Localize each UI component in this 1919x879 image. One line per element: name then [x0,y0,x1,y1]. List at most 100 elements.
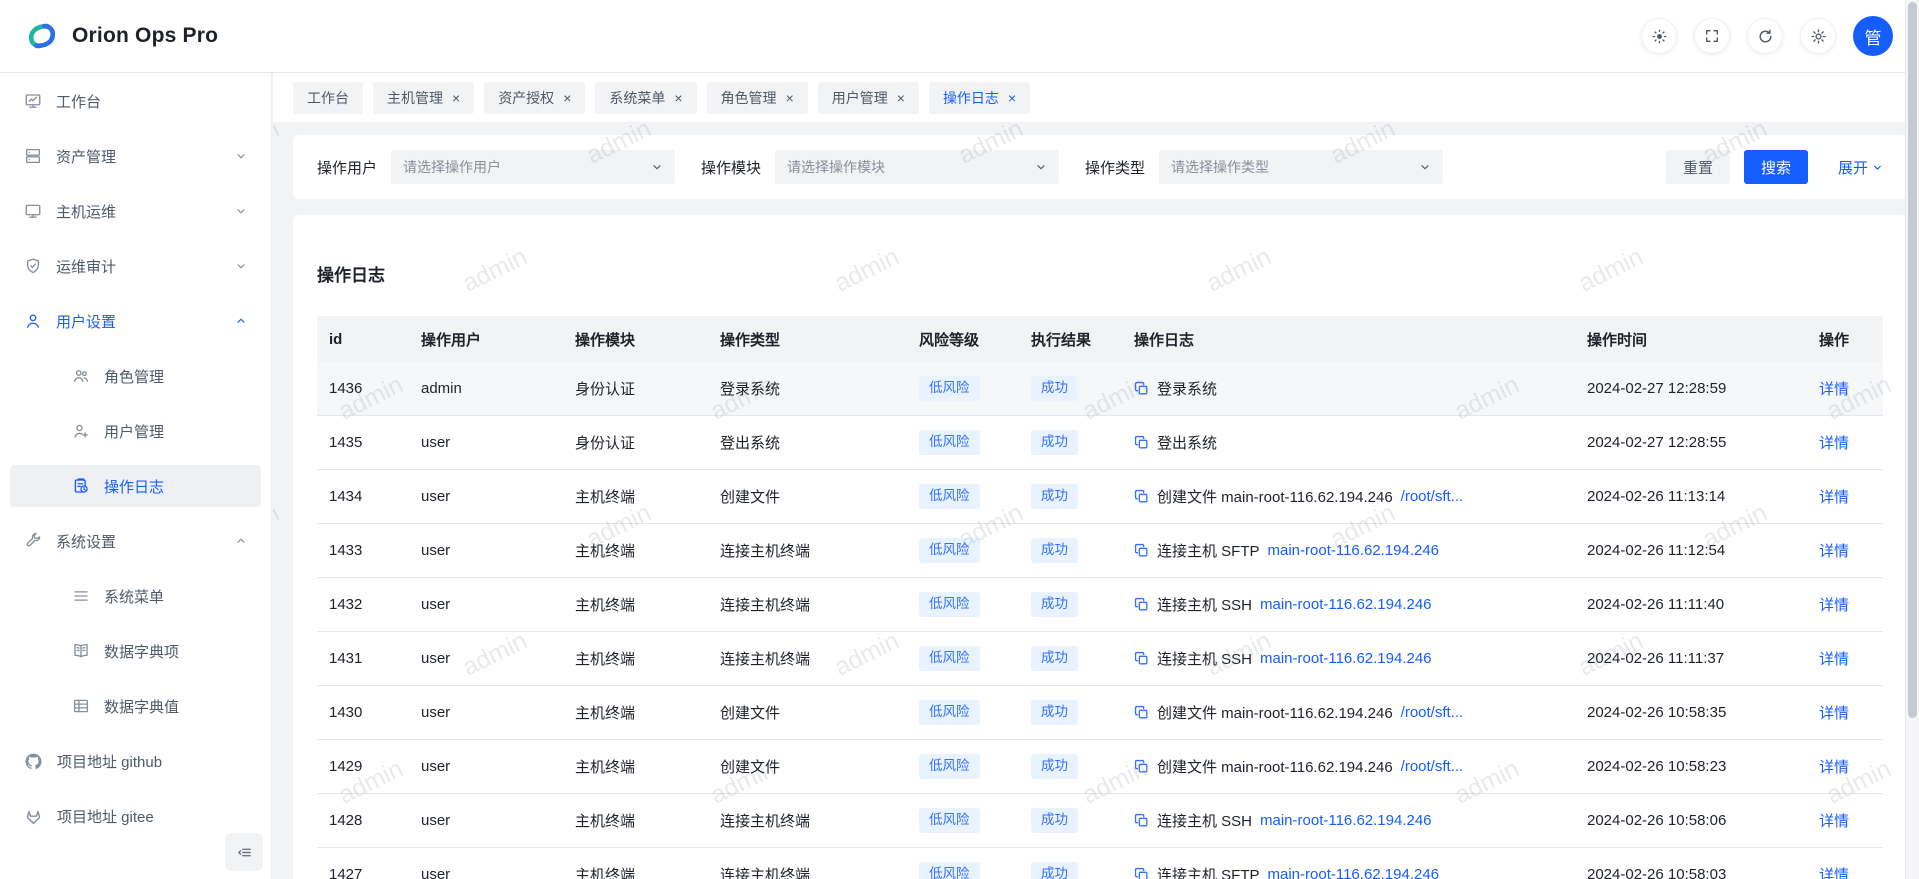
cell-id: 1436 [317,380,409,397]
chevron-up-icon [235,315,247,327]
card-title: 操作日志 [317,261,1883,286]
user-avatar[interactable]: 管 [1853,16,1893,56]
copy-icon[interactable] [1134,867,1149,879]
cell-user: user [409,812,563,829]
detail-link[interactable]: 详情 [1819,867,1849,879]
copy-icon[interactable] [1134,597,1149,612]
close-icon[interactable]: × [674,91,682,105]
risk-badge: 低风险 [919,754,980,778]
operate-module-select[interactable]: 请选择操作模块 [775,150,1059,184]
sidebar-item[interactable]: 系统菜单 [10,575,261,617]
sidebar-item[interactable]: 工作台 [10,80,261,122]
sidebar-item[interactable]: 运维审计 [10,245,261,287]
sidebar-item[interactable]: 操作日志 [10,465,261,507]
cell-result: 成功 [1019,646,1122,670]
sidebar-item[interactable]: 资产管理 [10,135,261,177]
operate-type-select[interactable]: 请选择操作类型 [1159,150,1443,184]
copy-icon[interactable] [1134,759,1149,774]
cell-id: 1435 [317,434,409,451]
cell-log: 连接主机 SSH main-root-116.62.194.246 [1122,810,1575,831]
log-text: 连接主机 SFTP [1157,540,1260,561]
sidebar-item[interactable]: 数据字典值 [10,685,261,727]
search-button[interactable]: 搜索 [1744,150,1808,184]
tab-1[interactable]: 工作台 [293,82,363,114]
scrollbar-thumb[interactable] [1908,2,1917,718]
copy-icon[interactable] [1134,489,1149,504]
refresh-button[interactable] [1747,18,1783,54]
sidebar-item[interactable]: 用户管理 [10,410,261,452]
copy-icon[interactable] [1134,651,1149,666]
detail-link[interactable]: 详情 [1819,489,1849,506]
cell-id: 1434 [317,488,409,505]
theme-toggle-button[interactable] [1641,18,1677,54]
cell-action: 详情 [1807,756,1883,777]
sidebar-item[interactable]: 系统设置 [10,520,261,562]
risk-badge: 低风险 [919,808,980,832]
log-link[interactable]: main-root-116.62.194.246 [1260,650,1432,667]
log-link[interactable]: main-root-116.62.194.246 [1268,542,1440,559]
detail-link[interactable]: 详情 [1819,813,1849,830]
filter-operate-user: 操作用户 请选择操作用户 [317,150,675,184]
copy-icon[interactable] [1134,435,1149,450]
table-row: 1433user主机终端连接主机终端低风险成功连接主机 SFTP main-ro… [317,524,1883,578]
column-header: 操作模块 [563,329,708,350]
detail-link[interactable]: 详情 [1819,381,1849,398]
cell-id: 1427 [317,866,409,879]
operate-user-select[interactable]: 请选择操作用户 [391,150,675,184]
tab-7[interactable]: 操作日志× [929,82,1030,114]
page-scrollbar[interactable] [1905,0,1919,879]
settings-button[interactable] [1800,18,1836,54]
log-link[interactable]: /root/sft... [1401,758,1464,775]
log-text: 创建文件 main-root-116.62.194.246 [1157,486,1393,507]
detail-link[interactable]: 详情 [1819,597,1849,614]
close-icon[interactable]: × [563,91,571,105]
tab-label: 系统菜单 [609,88,665,108]
detail-link[interactable]: 详情 [1819,435,1849,452]
sidebar-item[interactable]: 用户设置 [10,300,261,342]
cell-module: 主机终端 [563,810,708,831]
cell-risk: 低风险 [907,592,1019,616]
cell-user: user [409,866,563,879]
sidebar-item[interactable]: 数据字典项 [10,630,261,672]
log-link[interactable]: /root/sft... [1401,488,1464,505]
tab-2[interactable]: 主机管理× [373,82,474,114]
sidebar-collapse-button[interactable] [225,833,263,871]
copy-icon[interactable] [1134,543,1149,558]
cell-module: 主机终端 [563,702,708,723]
sidebar-item[interactable]: 角色管理 [10,355,261,397]
chevron-down-icon [1419,161,1431,173]
close-icon[interactable]: × [786,91,794,105]
cell-risk: 低风险 [907,538,1019,562]
tab-6[interactable]: 用户管理× [818,82,919,114]
reset-button[interactable]: 重置 [1666,150,1730,184]
expand-toggle[interactable]: 展开 [1838,157,1883,178]
close-icon[interactable]: × [897,91,905,105]
log-link[interactable]: main-root-116.62.194.246 [1260,812,1432,829]
copy-icon[interactable] [1134,705,1149,720]
fullscreen-button[interactable] [1694,18,1730,54]
log-link[interactable]: main-root-116.62.194.246 [1268,866,1440,879]
workbench-icon [24,92,42,110]
tab-3[interactable]: 资产授权× [484,82,585,114]
copy-icon[interactable] [1134,813,1149,828]
sidebar-item[interactable]: 主机运维 [10,190,261,232]
close-icon[interactable]: × [1008,91,1016,105]
cell-time: 2024-02-26 10:58:06 [1575,812,1807,829]
detail-link[interactable]: 详情 [1819,759,1849,776]
log-link[interactable]: /root/sft... [1401,704,1464,721]
cell-type: 连接主机终端 [708,540,907,561]
copy-icon[interactable] [1134,381,1149,396]
brand: Orion Ops Pro [24,18,218,54]
detail-link[interactable]: 详情 [1819,543,1849,560]
cell-type: 创建文件 [708,756,907,777]
detail-link[interactable]: 详情 [1819,705,1849,722]
detail-link[interactable]: 详情 [1819,651,1849,668]
log-text: 连接主机 SSH [1157,810,1252,831]
sidebar-item[interactable]: 项目地址 github [10,740,261,782]
tab-5[interactable]: 角色管理× [707,82,808,114]
close-icon[interactable]: × [452,91,460,105]
log-link[interactable]: main-root-116.62.194.246 [1260,596,1432,613]
cell-type: 连接主机终端 [708,648,907,669]
sidebar-item[interactable]: 项目地址 gitee [10,795,261,837]
tab-4[interactable]: 系统菜单 × [595,82,696,114]
